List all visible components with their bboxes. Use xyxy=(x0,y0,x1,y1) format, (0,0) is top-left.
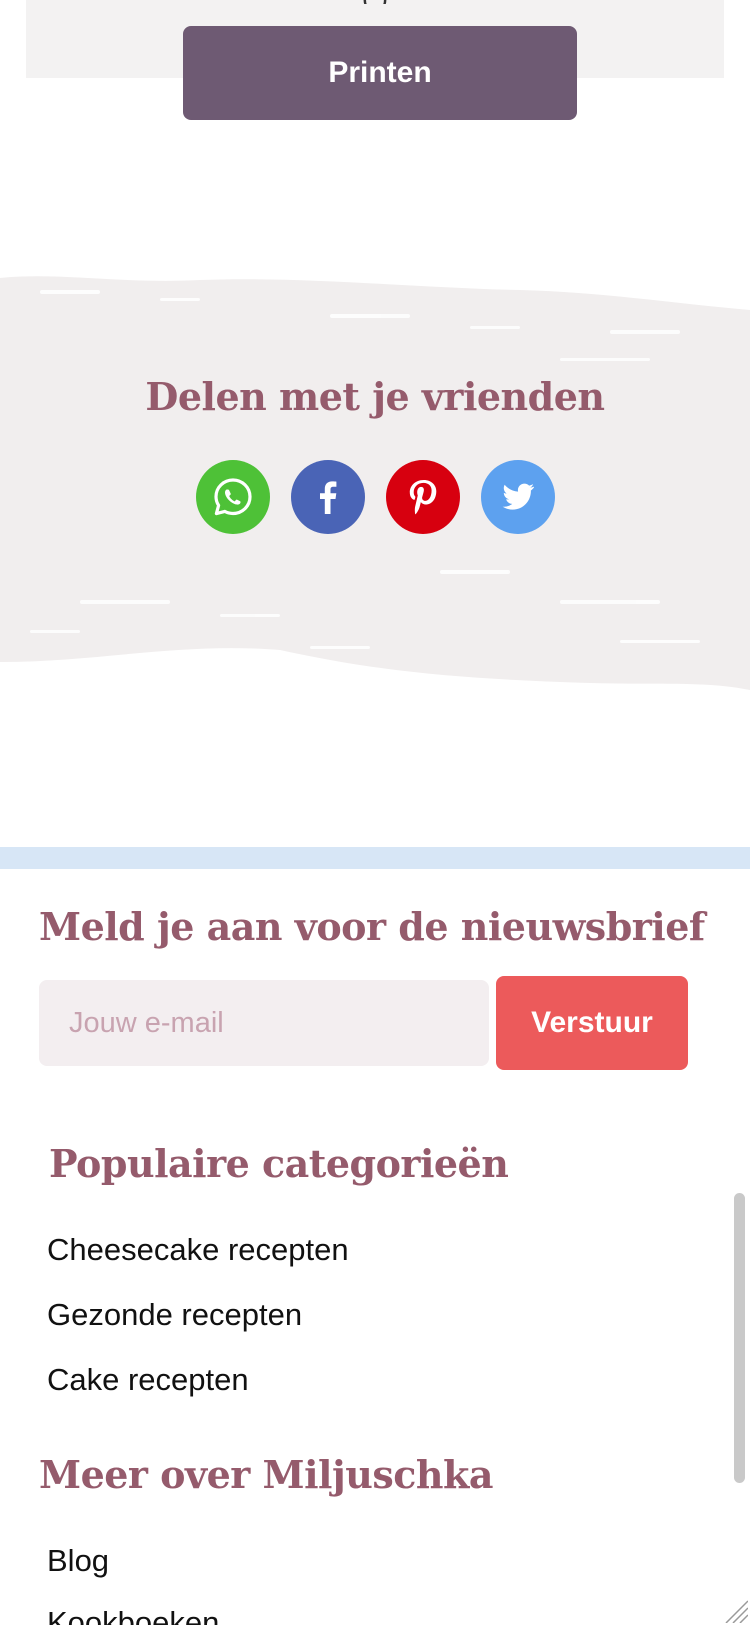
share-section: Delen met je vrienden xyxy=(0,270,750,700)
print-button[interactable]: Printen xyxy=(183,26,577,120)
footer-divider xyxy=(0,847,750,869)
pinterest-share-button[interactable] xyxy=(386,460,460,534)
category-link-cake[interactable]: Cake recepten xyxy=(47,1359,349,1424)
resize-handle-icon[interactable] xyxy=(722,1597,748,1623)
facebook-icon xyxy=(320,481,337,514)
send-button[interactable]: Verstuur xyxy=(496,976,688,1070)
more-link-kookboeken[interactable]: Kookboeken xyxy=(47,1602,219,1625)
category-link-cheesecake[interactable]: Cheesecake recepten xyxy=(47,1229,349,1294)
more-list: Blog Kookboeken xyxy=(47,1540,219,1625)
more-title: Meer over Miljuschka xyxy=(39,1452,493,1497)
whatsapp-icon xyxy=(214,478,252,516)
share-title: Delen met je vrienden xyxy=(145,374,605,419)
facebook-share-button[interactable] xyxy=(291,460,365,534)
twitter-icon xyxy=(502,483,534,510)
more-link-blog[interactable]: Blog xyxy=(47,1540,219,1602)
newsletter-title: Meld je aan voor de nieuwsbrief xyxy=(39,904,705,949)
page: ( ) Printen Delen met je vr xyxy=(0,0,750,1625)
categories-list: Cheesecake recepten Gezonde recepten Cak… xyxy=(47,1229,349,1424)
category-link-gezonde[interactable]: Gezonde recepten xyxy=(47,1294,349,1359)
pinterest-icon xyxy=(409,480,437,515)
twitter-share-button[interactable] xyxy=(481,460,555,534)
share-icons xyxy=(196,460,555,534)
recipe-note-text: ( ) xyxy=(26,0,724,4)
categories-title: Populaire categorieën xyxy=(49,1141,509,1186)
scrollbar-thumb[interactable] xyxy=(734,1193,745,1483)
email-input[interactable] xyxy=(39,980,489,1066)
whatsapp-share-button[interactable] xyxy=(196,460,270,534)
